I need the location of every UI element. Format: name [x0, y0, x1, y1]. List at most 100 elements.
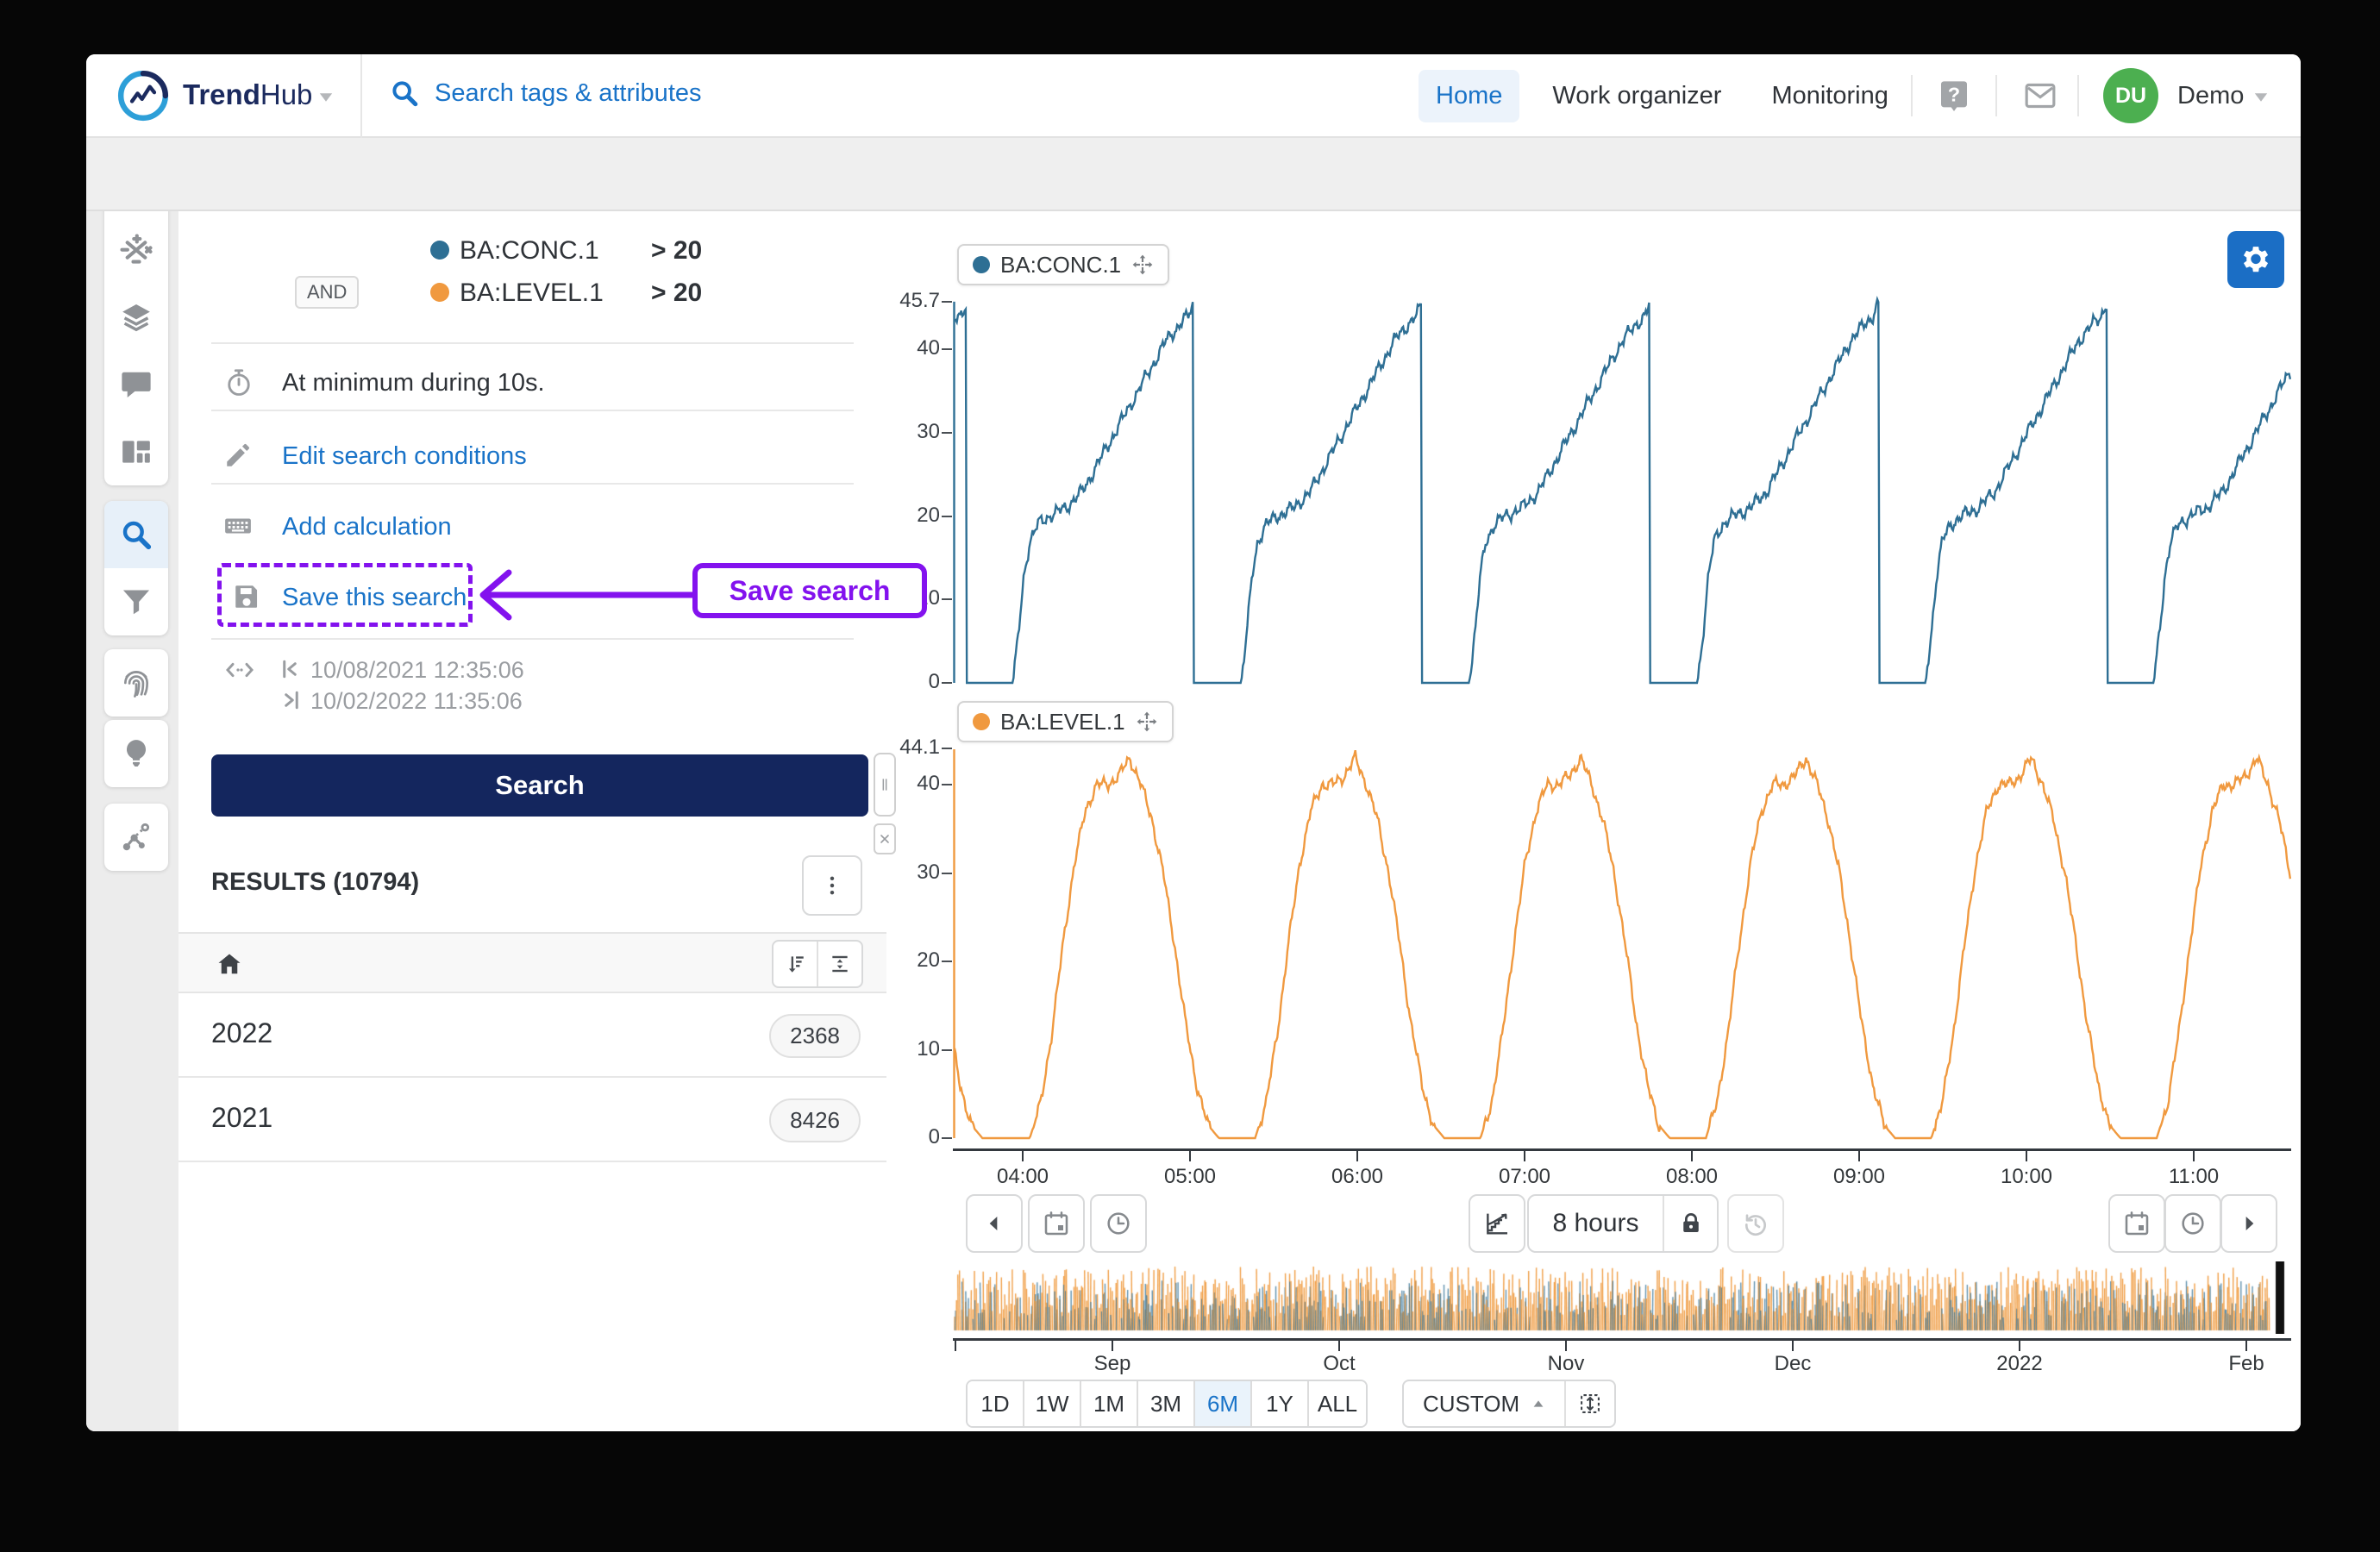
zoom-preset-3m[interactable]: 3M: [1138, 1381, 1195, 1426]
network-icon: [120, 821, 153, 854]
workspace-chevron-down-icon[interactable]: [317, 91, 335, 104]
sort-descending-button[interactable]: [774, 942, 818, 986]
result-row[interactable]: 2021 8426: [178, 1078, 886, 1162]
app-title: TrendHub: [183, 78, 312, 111]
range-start-value: 10/08/2021 12:35:06: [310, 657, 524, 683]
overview-axis-tick: [955, 1341, 956, 1351]
overview-axis-tick: [1112, 1341, 1113, 1351]
rail-item-layers[interactable]: [104, 284, 168, 351]
condition-operator-value: > 20: [651, 236, 703, 265]
legend-chip[interactable]: BA:LEVEL.1: [957, 701, 1174, 742]
panel-body: BA:CONC.1 > 20 AND BA:LEVEL.1 > 20 At minimu…: [178, 211, 896, 1431]
user-menu[interactable]: Demo: [2177, 82, 2244, 110]
overview-axis-tick: [2245, 1341, 2247, 1351]
overview-month-label: Feb: [2228, 1352, 2264, 1375]
overview-axis-tick: [1565, 1341, 1567, 1351]
time-range-icon: [223, 656, 256, 684]
topbar-divider: [2077, 75, 2079, 116]
panel-close-button[interactable]: [874, 823, 896, 854]
rail-item-comment[interactable]: [104, 351, 168, 418]
app-title-bold: Trend: [183, 78, 260, 110]
results-menu-button[interactable]: [802, 855, 862, 916]
legend-tag-label: BA:CONC.1: [1000, 251, 1122, 278]
duration-row[interactable]: At minimum during 10s.: [178, 352, 886, 414]
rail-group: [104, 720, 168, 787]
condition-tag-name: BA:CONC.1: [460, 236, 599, 265]
zoom-preset-group: 1D 1W 1M 3M 6M 1Y ALL: [966, 1380, 1368, 1428]
result-row-label: 2022: [211, 1017, 273, 1048]
save-search-callout-label: Save search: [729, 574, 891, 606]
help-icon[interactable]: ?: [1937, 78, 1971, 113]
global-search-placeholder: Search tags & attributes: [435, 78, 702, 107]
condition-color-dot: [430, 283, 449, 302]
tool-rail: [86, 138, 178, 1431]
zoom-preset-1d[interactable]: 1D: [968, 1381, 1024, 1426]
result-row[interactable]: 2022 2368: [178, 993, 886, 1078]
fit-range-button[interactable]: [1566, 1381, 1614, 1426]
overview-axis-tick: [1792, 1341, 1794, 1351]
rail-item-lightbulb[interactable]: [104, 720, 168, 787]
zoom-preset-1y[interactable]: 1Y: [1252, 1381, 1309, 1426]
legend-chip[interactable]: BA:CONC.1: [957, 244, 1170, 285]
rail-item-formula[interactable]: [104, 216, 168, 284]
app-title-light: Hub: [260, 78, 313, 110]
overview-month-label: Oct: [1323, 1352, 1356, 1375]
condition-row[interactable]: AND BA:LEVEL.1 > 20: [178, 272, 886, 314]
filter-icon: [120, 585, 153, 618]
layers-icon: [120, 301, 153, 334]
search-button[interactable]: Search: [211, 754, 868, 817]
panel-resize-handle[interactable]: [874, 753, 896, 817]
global-search-field[interactable]: Search tags & attributes: [390, 78, 702, 108]
time-range-row[interactable]: 10/08/2021 12:35:06 10/02/2022 11:35:06: [178, 642, 782, 737]
user-chevron-down-icon[interactable]: [2252, 91, 2270, 104]
result-count-badge: 8426: [769, 1098, 861, 1142]
condition-row[interactable]: BA:CONC.1 > 20: [178, 230, 886, 272]
chart-settings-button[interactable]: [2227, 231, 2284, 288]
rail-item-fingerprint[interactable]: [104, 649, 168, 717]
nav-tab-home[interactable]: Home: [1419, 70, 1520, 122]
fit-range-icon: [1578, 1392, 1602, 1416]
rail-item-dashboard[interactable]: [104, 418, 168, 485]
dashboard-icon: [120, 435, 153, 468]
custom-range-button[interactable]: CUSTOM: [1404, 1381, 1567, 1426]
chart-panel: Statistics Compare layers New view Actio…: [886, 138, 2301, 1431]
move-icon: [1131, 253, 1154, 276]
legend-color-dot: [973, 713, 990, 730]
results-home-icon[interactable]: [216, 951, 242, 977]
topbar-divider: [360, 54, 362, 138]
results-title: RESULTS (10794): [211, 868, 420, 896]
save-search-highlight-box: [217, 563, 473, 627]
avatar[interactable]: DU: [2103, 68, 2158, 123]
collapse-rows-icon: [829, 953, 851, 975]
overview-month-label: 2022: [1996, 1352, 2043, 1375]
rail-item-network[interactable]: [104, 804, 168, 871]
collapse-rows-button[interactable]: [818, 942, 861, 986]
condition-operator-value: > 20: [651, 278, 703, 307]
overview-month-label: Sep: [1093, 1352, 1131, 1375]
grip-vertical-icon: [876, 767, 893, 802]
svg-text:?: ?: [1948, 84, 1960, 106]
rail-item-search[interactable]: [104, 501, 168, 568]
zoom-preset-1m[interactable]: 1M: [1081, 1381, 1138, 1426]
edit-conditions-link[interactable]: Edit search conditions: [178, 425, 886, 487]
nav-tab-work-organizer[interactable]: Work organizer: [1535, 70, 1738, 122]
mail-icon[interactable]: [2022, 78, 2058, 113]
legend-color-dot: [973, 256, 990, 273]
comment-icon: [120, 368, 153, 401]
rail-group: [104, 649, 168, 717]
duration-text: At minimum during 10s.: [282, 369, 545, 397]
add-calculation-link[interactable]: Add calculation: [178, 496, 886, 558]
timeline-axis: Sep Oct Nov Dec 2022 Feb: [886, 211, 2301, 1431]
nav-tab-monitoring[interactable]: Monitoring: [1754, 70, 1905, 122]
result-count-badge: 2368: [769, 1014, 861, 1058]
zoom-preset-6m[interactable]: 6M: [1195, 1381, 1252, 1426]
save-search-callout: Save search: [692, 563, 927, 618]
zoom-preset-all[interactable]: ALL: [1309, 1381, 1366, 1426]
zoom-preset-1w[interactable]: 1W: [1024, 1381, 1081, 1426]
topbar-divider: [1911, 75, 1913, 116]
rail-item-filter[interactable]: [104, 568, 168, 635]
logic-operator-badge: AND: [295, 276, 360, 309]
annotation-arrow: [479, 569, 697, 621]
rail-group: [104, 804, 168, 871]
range-end-icon: [279, 687, 304, 713]
